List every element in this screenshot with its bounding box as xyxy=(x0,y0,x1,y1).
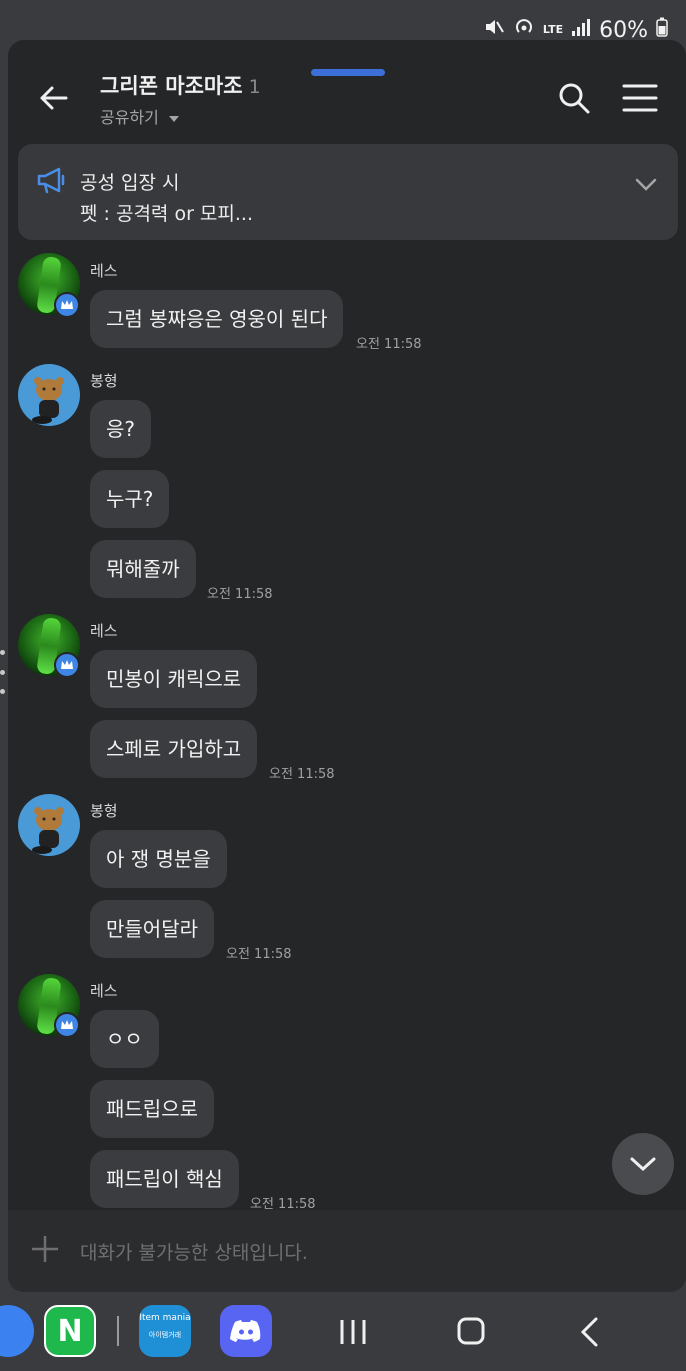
message-time: 오전 11:58 xyxy=(207,587,273,602)
share-dropdown[interactable]: 공유하기 xyxy=(100,104,179,128)
message-input-bar: 대화가 불가능한 상태입니다. xyxy=(8,1210,686,1292)
avatar[interactable] xyxy=(18,364,80,426)
naver-app-icon[interactable]: N xyxy=(44,1305,96,1357)
message-time: 오전 11:58 xyxy=(269,767,335,782)
itemmania-subtext: 아이템거래 xyxy=(148,1331,182,1339)
side-panel-handle[interactable] xyxy=(0,650,6,694)
share-label: 공유하기 xyxy=(100,108,159,127)
message-bubble[interactable]: 만들어달라 xyxy=(90,900,214,958)
message-bubble[interactable]: 그럼 봉쨔응은 영웅이 된다 xyxy=(90,290,344,348)
sender-name: 레스 xyxy=(90,622,118,640)
sender-name: 봉형 xyxy=(90,802,118,820)
avatar[interactable] xyxy=(18,794,80,856)
back-icon[interactable] xyxy=(570,1314,610,1350)
discord-app-icon[interactable] xyxy=(220,1305,272,1357)
sender-name: 봉형 xyxy=(90,372,118,390)
menu-icon[interactable] xyxy=(622,82,658,114)
chat-window: 그리폰 마조마조 1 공유하기 공성 입장 시 펫 : 공격력 or 모피... … xyxy=(8,40,686,1292)
recent-apps-icon[interactable] xyxy=(333,1314,373,1350)
message-bubble[interactable]: ㅇㅇ xyxy=(90,1010,159,1068)
chat-title-text: 그리폰 마조마조 xyxy=(100,74,243,98)
pinned-notice[interactable]: 공성 입장 시 펫 : 공격력 or 모피... xyxy=(18,144,678,240)
sender-name: 레스 xyxy=(90,262,118,280)
message-bubble[interactable]: 패드립이 핵심 xyxy=(90,1150,239,1208)
scroll-to-bottom-button[interactable] xyxy=(612,1133,674,1195)
member-count: 1 xyxy=(248,76,261,98)
caret-down-icon xyxy=(168,115,179,122)
battery-percent: 60% xyxy=(599,17,648,43)
crown-icon xyxy=(54,1012,80,1038)
message-bubble[interactable]: 아 쟁 명분을 xyxy=(90,830,227,888)
back-arrow-icon[interactable] xyxy=(36,80,72,116)
chat-header: 그리폰 마조마조 1 공유하기 xyxy=(8,40,686,140)
chat-title: 그리폰 마조마조 1 xyxy=(100,70,261,100)
message-bubble[interactable]: 누구? xyxy=(90,470,170,528)
message-bubble[interactable]: 패드립으로 xyxy=(90,1080,214,1138)
message-time: 오전 11:58 xyxy=(226,947,292,962)
sender-name: 레스 xyxy=(90,982,118,1000)
notice-line1: 공성 입장 시 xyxy=(80,172,180,194)
itemmania-app-icon[interactable]: Item mania 아이템거래 xyxy=(139,1305,191,1357)
app-icon-partial[interactable] xyxy=(0,1305,34,1357)
chevron-down-icon xyxy=(630,1157,656,1172)
message-input[interactable]: 대화가 불가능한 상태입니다. xyxy=(80,1238,308,1265)
crown-icon xyxy=(54,292,80,318)
notice-line2: 펫 : 공격력 or 모피... xyxy=(80,203,253,225)
chevron-down-icon[interactable] xyxy=(634,174,658,194)
status-bar: LTE 60% xyxy=(0,0,686,44)
lte-indicator: LTE xyxy=(542,23,564,36)
message-bubble[interactable]: 응? xyxy=(90,400,152,458)
plus-icon[interactable] xyxy=(30,1234,60,1264)
message-time: 오전 11:58 xyxy=(356,337,422,352)
crown-icon xyxy=(54,652,80,678)
megaphone-icon xyxy=(36,166,68,196)
system-nav-bar: N Item mania 아이템거래 xyxy=(0,1292,686,1371)
home-icon[interactable] xyxy=(451,1314,491,1350)
message-bubble[interactable]: 민봉이 캐릭으로 xyxy=(90,650,258,708)
message-bubble[interactable]: 뭐해줄까 xyxy=(90,540,196,598)
dock-divider xyxy=(117,1316,119,1346)
search-icon[interactable] xyxy=(556,80,592,116)
itemmania-logo-text: Item mania xyxy=(139,1313,191,1323)
message-bubble[interactable]: 스페로 가입하고 xyxy=(90,720,258,778)
